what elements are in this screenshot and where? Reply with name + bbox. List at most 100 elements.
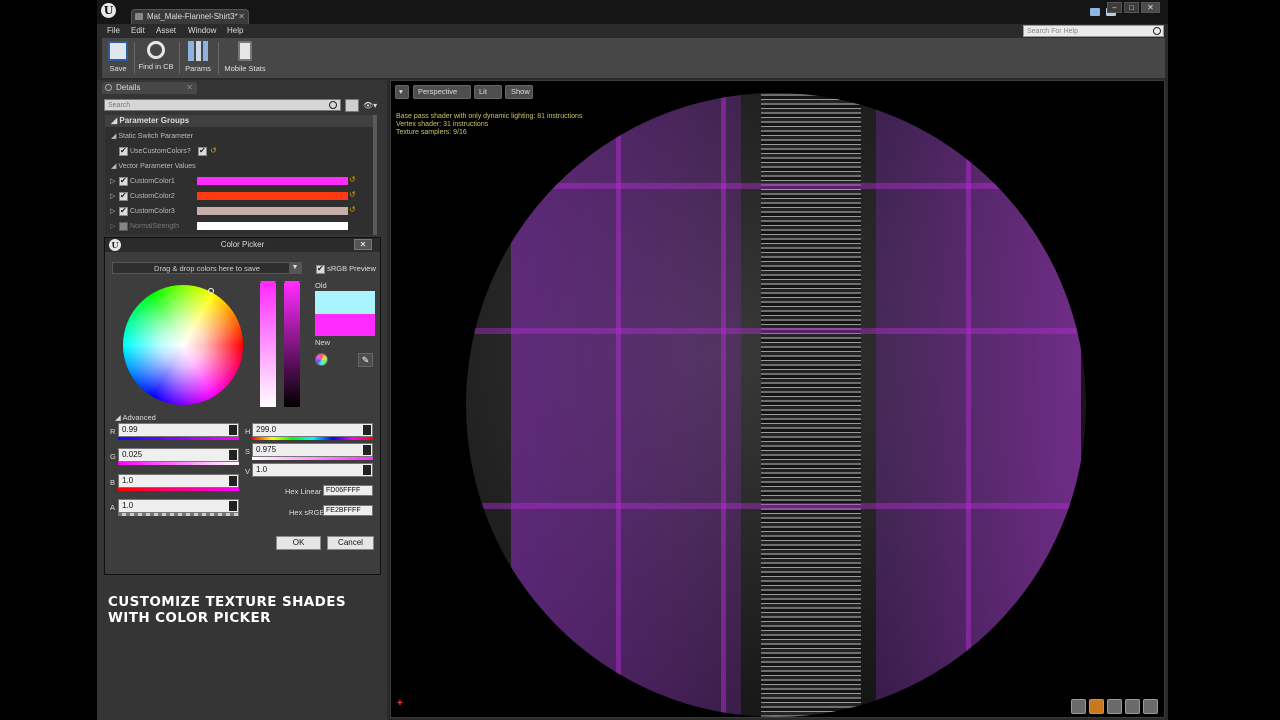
spin-handle-icon[interactable] xyxy=(229,425,237,435)
color-picker-dialog: U Color Picker ✕ Drag & drop colors here… xyxy=(104,237,381,575)
menu-window[interactable]: Window xyxy=(188,26,216,35)
custom-color-3-swatch[interactable] xyxy=(197,207,348,215)
sphere-preview-icon[interactable] xyxy=(1089,699,1104,714)
reset-default-icon[interactable]: ↺ xyxy=(349,190,356,199)
close-picker-button[interactable]: ✕ xyxy=(354,239,372,250)
reset-default-icon[interactable]: ↺ xyxy=(349,205,356,214)
advanced-header[interactable]: ◢ Advanced xyxy=(115,413,156,422)
reset-default-icon[interactable]: ↺ xyxy=(349,175,356,184)
h-input[interactable]: 299.0 xyxy=(252,423,373,437)
old-color-label: Old xyxy=(315,281,327,290)
cube-preview-icon[interactable] xyxy=(1125,699,1140,714)
params-button[interactable]: Params xyxy=(182,38,214,78)
details-search-input[interactable]: Search xyxy=(104,99,341,111)
hex-srgb-input[interactable]: FE2BFFFF xyxy=(323,505,373,516)
g-input[interactable]: 0.025 xyxy=(118,448,239,462)
expand-arrow-icon[interactable]: ▷ xyxy=(110,207,115,215)
spin-handle-icon[interactable] xyxy=(363,445,371,455)
parameter-groups-label: Parameter Groups xyxy=(119,116,190,125)
new-color-swatch xyxy=(315,314,375,336)
saturation-slider[interactable] xyxy=(260,283,276,407)
value-slider-handle[interactable] xyxy=(284,281,300,287)
cylinder-preview-icon[interactable] xyxy=(1071,699,1086,714)
viewport-options-button[interactable]: ▾ xyxy=(395,85,409,99)
advanced-label: Advanced xyxy=(122,413,156,422)
spin-handle-icon[interactable] xyxy=(363,425,371,435)
details-tab[interactable]: Details ✕ xyxy=(102,82,197,94)
custom-color-2-checkbox[interactable] xyxy=(119,191,128,201)
vector-params-header[interactable]: ◢ Vector Parameter Values xyxy=(111,162,196,170)
view-options-eye-icon[interactable]: 👁▾ xyxy=(363,101,379,110)
close-window-button[interactable]: ✕ xyxy=(1141,2,1160,13)
color-themes-icon[interactable] xyxy=(315,353,328,366)
static-switch-header[interactable]: ◢ Static Switch Parameter xyxy=(111,132,193,140)
minimize-button[interactable]: – xyxy=(1107,2,1122,13)
use-custom-colors-value-checkbox[interactable] xyxy=(198,146,207,156)
save-button[interactable]: Save xyxy=(104,38,132,78)
maximize-button[interactable]: □ xyxy=(1124,2,1139,13)
custom-color-3-checkbox[interactable] xyxy=(119,206,128,216)
spin-handle-icon[interactable] xyxy=(229,501,237,511)
save-label: Save xyxy=(109,64,127,73)
mobile-stats-button[interactable]: Mobile Stats xyxy=(221,38,269,78)
document-tab-label: Mat_Male-Flannel-Shirt3* xyxy=(147,12,238,21)
close-tab-icon[interactable]: ✕ xyxy=(186,82,193,94)
color-wheel-marker[interactable] xyxy=(208,288,214,294)
b-input[interactable]: 1.0 xyxy=(118,474,239,488)
normal-strength-swatch[interactable] xyxy=(197,222,348,230)
menu-asset[interactable]: Asset xyxy=(156,26,176,35)
v-input[interactable]: 1.0 xyxy=(252,463,373,477)
parameter-groups-header[interactable]: ◢ Parameter Groups xyxy=(105,115,377,127)
ok-button[interactable]: OK xyxy=(276,536,321,550)
menu-edit[interactable]: Edit xyxy=(131,26,145,35)
color-wheel[interactable] xyxy=(123,285,243,405)
color-picker-titlebar[interactable]: U Color Picker ✕ xyxy=(105,238,380,252)
spin-handle-icon[interactable] xyxy=(363,465,371,475)
spin-handle-icon[interactable] xyxy=(229,476,237,486)
preview-mesh-buttons xyxy=(1071,699,1158,714)
document-tab[interactable]: Mat_Male-Flannel-Shirt3* ✕ xyxy=(131,9,249,24)
toolbar-divider xyxy=(179,42,180,74)
search-icon xyxy=(1153,27,1161,35)
notification-icon[interactable] xyxy=(1090,8,1100,16)
custom-color-1-swatch[interactable] xyxy=(197,177,348,185)
r-input[interactable]: 0.99 xyxy=(118,423,239,437)
title-bar: U Mat_Male-Flannel-Shirt3* ✕ – □ ✕ xyxy=(97,0,1168,24)
use-custom-colors-checkbox[interactable] xyxy=(119,146,128,156)
expand-arrow-icon[interactable]: ▷ xyxy=(110,222,115,230)
teapot-preview-icon[interactable] xyxy=(1143,699,1158,714)
search-help-input[interactable]: Search For Help xyxy=(1023,25,1164,37)
value-slider[interactable] xyxy=(284,283,300,407)
material-preview-viewport[interactable]: ▾ Perspective Lit Show Base pass shader … xyxy=(390,80,1165,718)
cancel-button[interactable]: Cancel xyxy=(327,536,374,550)
close-tab-icon[interactable]: ✕ xyxy=(238,10,245,23)
saved-colors-dropzone[interactable]: Drag & drop colors here to save ▼ xyxy=(112,262,302,274)
spin-handle-icon[interactable] xyxy=(229,450,237,460)
find-in-cb-button[interactable]: Find in CB xyxy=(137,38,175,78)
perspective-button[interactable]: Perspective xyxy=(413,85,471,99)
normal-strength-label: NormalStrength xyxy=(130,223,180,230)
eyedropper-icon[interactable]: ✎ xyxy=(358,353,373,367)
menu-help[interactable]: Help xyxy=(227,26,243,35)
normal-strength-checkbox[interactable] xyxy=(119,222,128,231)
lit-button[interactable]: Lit xyxy=(474,85,502,99)
chevron-down-icon[interactable]: ▼ xyxy=(289,263,301,273)
reset-default-icon[interactable]: ↺ xyxy=(210,146,217,155)
plane-preview-icon[interactable] xyxy=(1107,699,1122,714)
expand-arrow-icon[interactable]: ▷ xyxy=(110,192,115,200)
expand-arrow-icon[interactable]: ▷ xyxy=(110,177,115,185)
custom-color-1-checkbox[interactable] xyxy=(119,176,128,186)
s-input[interactable]: 0.975 xyxy=(252,443,373,457)
custom-color-2-swatch[interactable] xyxy=(197,192,348,200)
property-matrix-button[interactable] xyxy=(345,99,359,112)
srgb-preview-toggle[interactable]: sRGB Preview xyxy=(316,264,376,274)
details-scrollbar[interactable] xyxy=(373,115,377,235)
plaid-stripe xyxy=(466,328,1086,334)
hex-linear-input[interactable]: FD06FFFF xyxy=(323,485,373,496)
b-gradient-bar xyxy=(118,488,239,491)
saturation-slider-handle[interactable] xyxy=(260,281,276,287)
srgb-preview-checkbox[interactable] xyxy=(316,264,325,274)
custom-color-3-label: CustomColor3 xyxy=(130,208,175,215)
menu-file[interactable]: File xyxy=(107,26,120,35)
a-input[interactable]: 1.0 xyxy=(118,499,239,513)
